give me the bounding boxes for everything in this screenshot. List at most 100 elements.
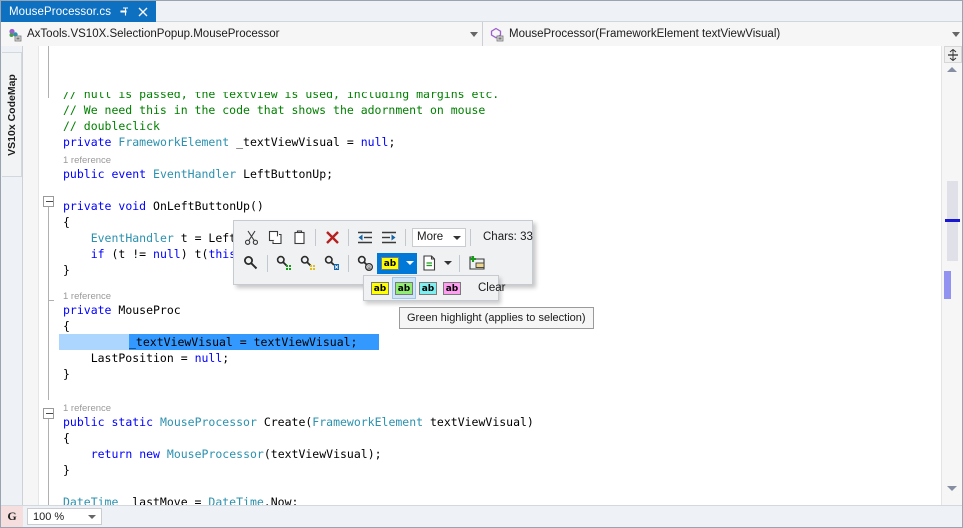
find-icon[interactable]: [239, 252, 263, 275]
code-token: {: [63, 215, 70, 229]
code-line[interactable]: }: [63, 462, 70, 478]
code-line[interactable]: }: [63, 366, 70, 382]
toolbar-separator: [459, 254, 460, 272]
zoom-level-dropdown[interactable]: 100 %: [27, 508, 102, 525]
code-token: OnLeftButtonUp(): [146, 199, 264, 213]
selected-code-line[interactable]: _textViewVisual = textViewVisual;: [129, 334, 357, 350]
code-token: ;: [388, 135, 396, 149]
code-line[interactable]: return new MouseProcessor(textViewVisual…: [63, 446, 382, 462]
code-token: ;: [222, 351, 230, 365]
highlight-color-button[interactable]: ab: [377, 252, 403, 274]
code-token: MouseProc: [111, 303, 181, 317]
highlight-swatch-label: ab: [380, 256, 400, 270]
file-icon[interactable]: [417, 252, 441, 275]
indent-icon[interactable]: [377, 226, 401, 249]
code-line[interactable]: private void OnLeftButtonUp(): [63, 198, 264, 214]
toolbar-separator: [405, 228, 406, 246]
add-snippet-icon[interactable]: [464, 252, 488, 275]
code-token: LastPosition =: [63, 351, 195, 365]
code-line[interactable]: private MouseProc: [63, 302, 181, 318]
chevron-down-icon[interactable]: [948, 22, 962, 46]
code-lens-reference[interactable]: 1 reference: [63, 153, 111, 166]
code-line[interactable]: {: [63, 318, 70, 334]
code-line[interactable]: // null is passed, the textview is used,…: [63, 92, 499, 102]
find-all-icon[interactable]: [272, 252, 296, 275]
code-lens-reference[interactable]: 1 reference: [63, 401, 111, 414]
code-token: FrameworkElement: [118, 135, 230, 149]
status-badge[interactable]: G: [1, 505, 23, 527]
pin-icon[interactable]: [118, 5, 130, 19]
method-member-icon: [489, 27, 504, 42]
sidebar-item-codemap[interactable]: VS10x CodeMap: [2, 52, 22, 177]
code-token: void: [118, 199, 147, 213]
clear-highlight-button[interactable]: Clear: [478, 282, 505, 294]
code-token: }: [63, 263, 70, 277]
toolbar-separator: [348, 228, 349, 246]
editor-tab-mouseprocessor[interactable]: MouseProcessor.cs: [1, 1, 157, 22]
type-dropdown[interactable]: AxTools.VS10X.SelectionPopup.MouseProces…: [1, 22, 483, 46]
code-token: public: [63, 167, 105, 181]
member-dropdown-value: MouseProcessor(FrameworkElement textView…: [509, 28, 781, 40]
navigation-bar: AxTools.VS10X.SelectionPopup.MouseProces…: [1, 22, 962, 46]
file-dropdown-arrow[interactable]: [441, 253, 455, 274]
vertical-scrollbar[interactable]: [941, 46, 962, 506]
fold-collapse-button[interactable]: [43, 408, 54, 419]
code-folding-margin[interactable]: [39, 46, 59, 506]
yellow-highlight-swatch[interactable]: ab: [368, 277, 392, 299]
codemap-tab-label: VS10x CodeMap: [5, 73, 18, 156]
outdent-icon[interactable]: [353, 226, 377, 249]
code-lens-reference[interactable]: 1 reference: [63, 289, 111, 302]
green-highlight-swatch[interactable]: ab: [392, 277, 416, 299]
find-in-files-icon[interactable]: [296, 252, 320, 275]
cyan-highlight-swatch[interactable]: ab: [416, 277, 440, 299]
zoom-level-value: 100 %: [33, 510, 65, 523]
code-token: if: [90, 247, 105, 261]
delete-icon[interactable]: [320, 226, 344, 249]
code-token: static: [111, 415, 154, 429]
paste-icon[interactable]: [287, 226, 311, 249]
code-token: textViewVisual): [423, 415, 534, 429]
code-token: this: [208, 247, 237, 261]
code-token: }: [63, 367, 70, 381]
code-line[interactable]: private FrameworkElement _textViewVisual…: [63, 134, 395, 150]
code-line[interactable]: }: [63, 262, 70, 278]
editor-tab-bar: MouseProcessor.cs: [1, 1, 962, 22]
code-token: (t !=: [104, 247, 154, 261]
chevron-down-icon[interactable]: [466, 22, 482, 46]
indicator-margin[interactable]: [23, 46, 39, 506]
scroll-down-arrow[interactable]: [947, 486, 957, 491]
code-token: LeftButtonUp;: [236, 167, 334, 181]
code-line[interactable]: {: [63, 430, 70, 446]
code-line[interactable]: // We need this in the code that shows t…: [63, 102, 485, 118]
code-line[interactable]: LastPosition = null;: [63, 350, 230, 366]
fold-collapse-button[interactable]: [43, 196, 54, 207]
find-replace-icon[interactable]: [320, 252, 344, 275]
find-web-icon[interactable]: @: [353, 252, 377, 275]
code-token: null: [153, 247, 181, 261]
cut-icon[interactable]: [239, 226, 263, 249]
scroll-up-arrow[interactable]: [947, 67, 957, 72]
code-line[interactable]: public event EventHandler LeftButtonUp;: [63, 166, 333, 182]
highlight-dropdown-arrow[interactable]: [403, 252, 417, 274]
code-token: private: [63, 303, 112, 317]
code-line[interactable]: // doubleclick: [63, 118, 160, 134]
highlight-color-menu[interactable]: ab ab ab ab Clear: [363, 275, 505, 301]
copy-icon[interactable]: [263, 226, 287, 249]
split-view-button[interactable]: [944, 46, 962, 63]
chevron-down-icon: [88, 515, 96, 519]
code-line[interactable]: {: [63, 214, 70, 230]
code-token: _textViewVisual =: [229, 135, 361, 149]
code-token: public: [63, 415, 105, 429]
code-token: {: [63, 431, 70, 445]
fold-line: [48, 207, 49, 302]
more-dropdown[interactable]: More: [412, 227, 466, 247]
member-dropdown[interactable]: MouseProcessor(FrameworkElement textView…: [483, 22, 962, 46]
magenta-highlight-swatch[interactable]: ab: [440, 277, 464, 299]
close-icon[interactable]: [137, 5, 149, 19]
tooltip-text: Green highlight (applies to selection): [407, 312, 586, 324]
code-token: event: [111, 167, 147, 181]
code-line[interactable]: public static MouseProcessor Create(Fram…: [63, 414, 534, 430]
